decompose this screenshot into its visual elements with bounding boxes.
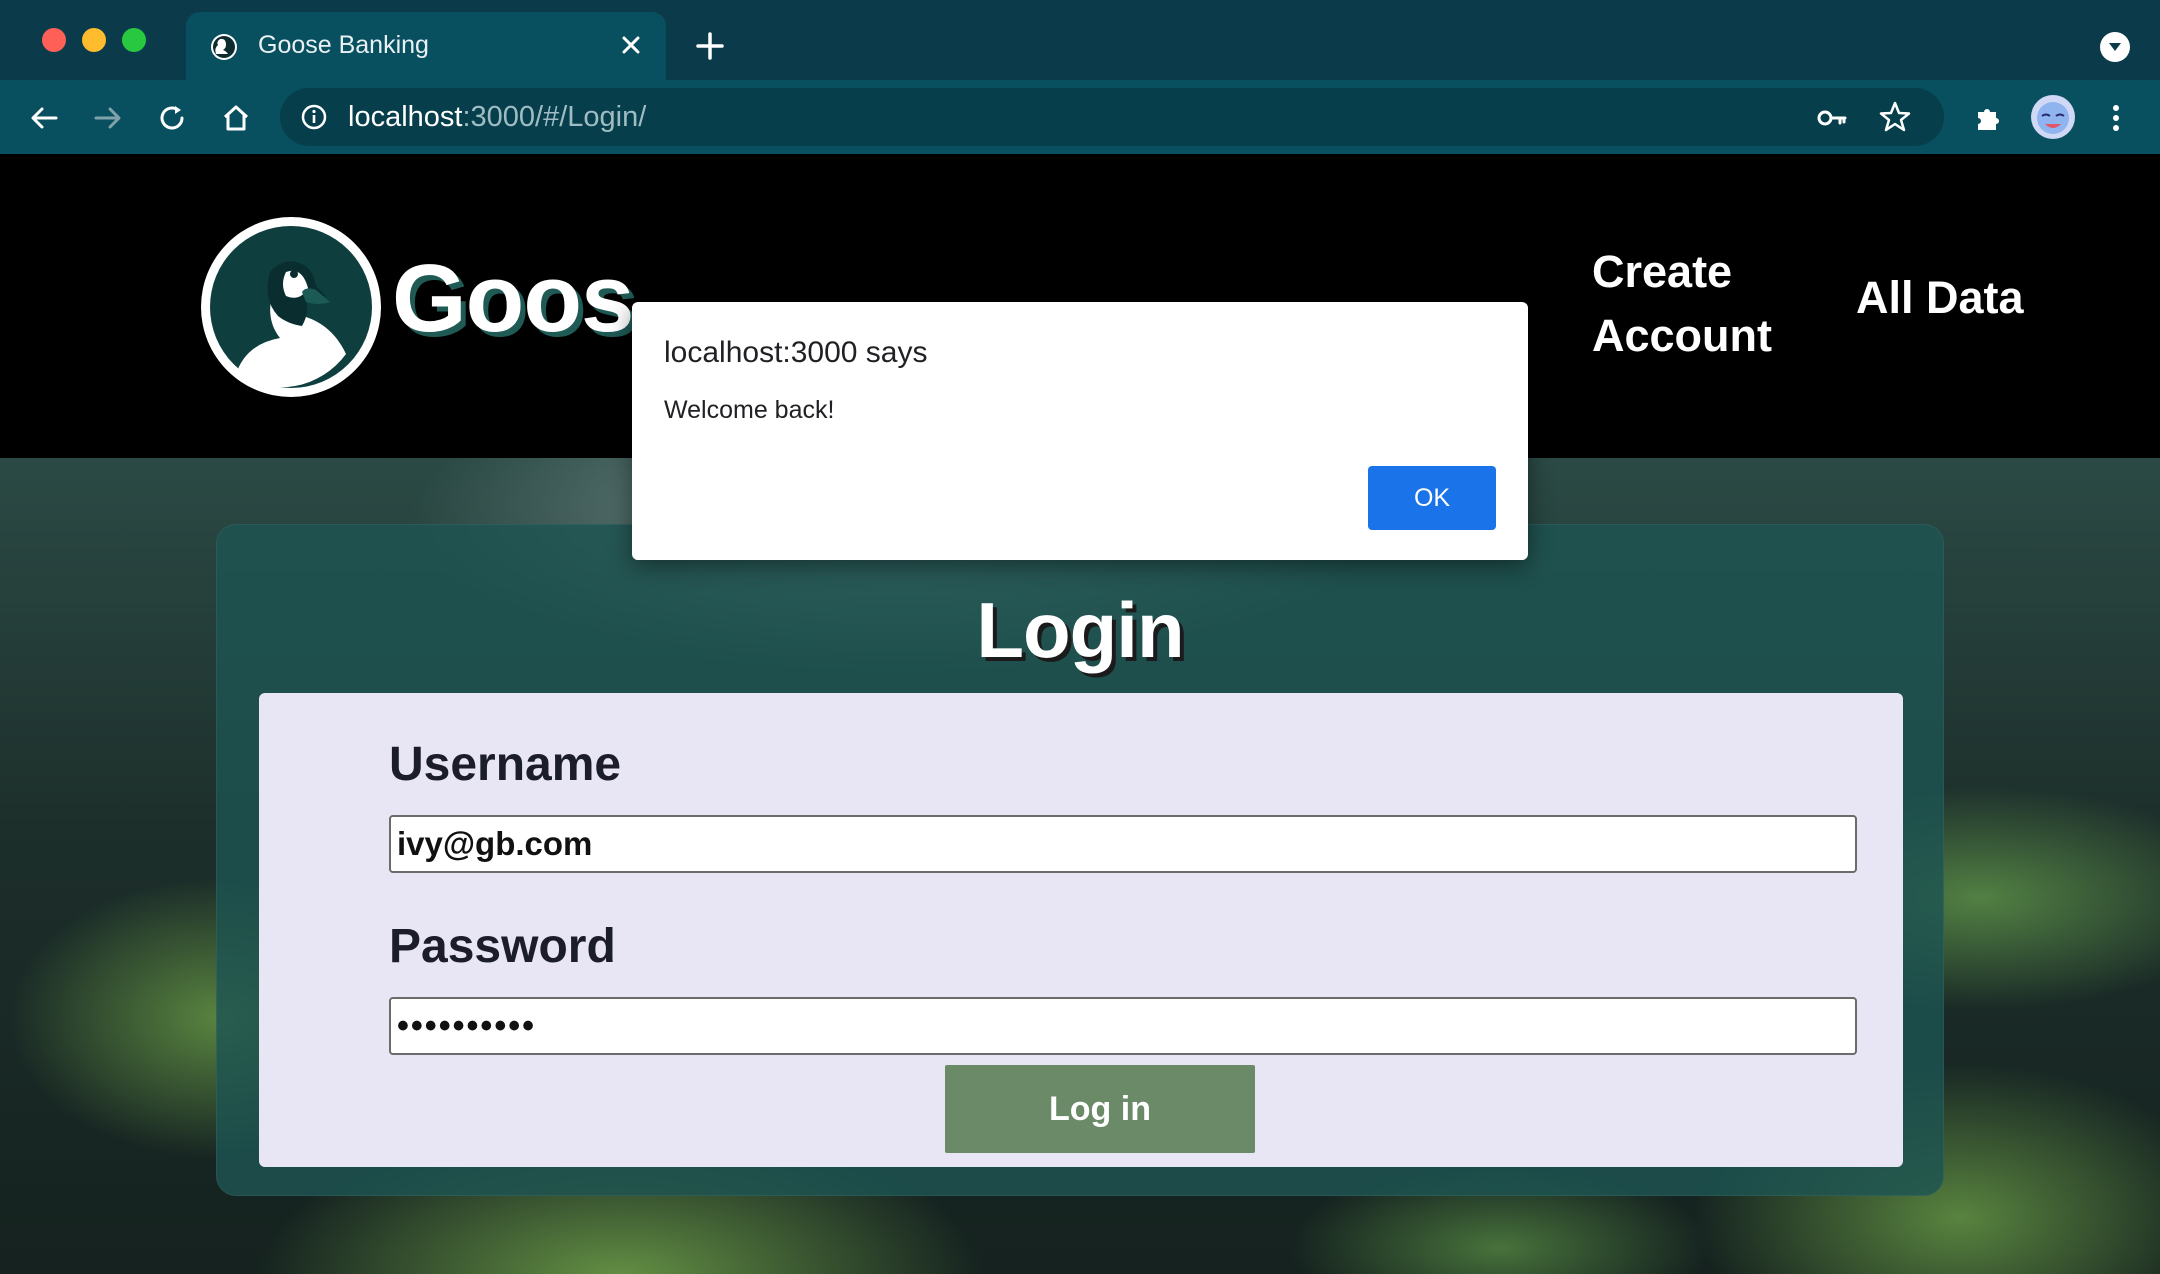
address-bar[interactable]: localhost:3000/#/Login/ xyxy=(280,88,1944,146)
browser-toolbar: localhost:3000/#/Login/ xyxy=(0,80,2160,154)
home-icon[interactable] xyxy=(216,98,256,138)
goose-favicon-icon xyxy=(211,34,237,60)
nav-create-account[interactable]: Create Account xyxy=(1592,240,1812,368)
browser-menu-icon[interactable] xyxy=(2096,98,2136,138)
forward-arrow-icon[interactable] xyxy=(88,98,128,138)
username-label: Username xyxy=(389,738,622,791)
goose-logo-icon[interactable] xyxy=(198,214,384,400)
tab-search-icon[interactable] xyxy=(2100,32,2130,62)
window-minimize-button[interactable] xyxy=(82,28,106,52)
password-key-icon[interactable] xyxy=(1816,102,1848,134)
login-button[interactable]: Log in xyxy=(945,1065,1255,1153)
site-info-icon[interactable] xyxy=(300,103,328,131)
page-title: Login xyxy=(976,586,1184,674)
tab-goose-banking[interactable]: Goose Banking xyxy=(186,12,666,80)
browser-tab-strip: Goose Banking xyxy=(0,0,2160,80)
alert-ok-button[interactable]: OK xyxy=(1368,466,1496,530)
reload-icon[interactable] xyxy=(152,98,192,138)
username-input[interactable]: ivy@gb.com xyxy=(389,815,1857,873)
window-close-button[interactable] xyxy=(42,28,66,52)
bookmark-star-icon[interactable] xyxy=(1878,100,1912,134)
brand-name[interactable]: Goos xyxy=(392,244,634,354)
alert-title: localhost:3000 says xyxy=(664,336,928,369)
tab-title: Goose Banking xyxy=(258,31,429,59)
password-label: Password xyxy=(389,920,616,973)
tab-close-icon[interactable] xyxy=(616,30,646,60)
login-card: Login Username ivy@gb.com Password •••••… xyxy=(216,524,1944,1196)
window-zoom-button[interactable] xyxy=(122,28,146,52)
page-viewport: Goos Create Account All Data Login Usern… xyxy=(0,154,2160,1274)
alert-message: Welcome back! xyxy=(664,396,835,424)
url-text: localhost:3000/#/Login/ xyxy=(348,101,647,133)
profile-avatar[interactable] xyxy=(2030,94,2076,140)
back-arrow-icon[interactable] xyxy=(24,98,64,138)
nav-all-data[interactable]: All Data xyxy=(1856,272,2024,324)
new-tab-icon[interactable] xyxy=(692,28,728,64)
login-form: Username ivy@gb.com Password •••••••••• … xyxy=(259,693,1903,1167)
password-input[interactable]: •••••••••• xyxy=(389,997,1857,1055)
alert-dialog: localhost:3000 says Welcome back! OK xyxy=(632,302,1528,560)
extensions-puzzle-icon[interactable] xyxy=(1968,98,2008,138)
